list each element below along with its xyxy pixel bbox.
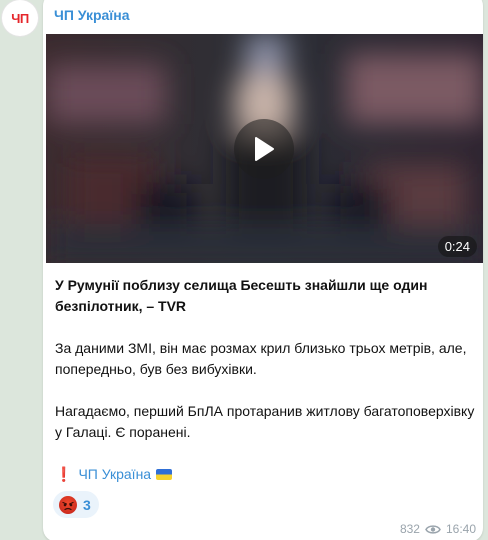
channel-avatar[interactable]: ЧП [2,0,38,36]
message-headline: У Румунії поблизу селища Бесешть знайшли… [55,277,428,314]
play-icon [255,137,274,161]
ukraine-flag-icon [156,469,173,480]
avatar-text: ЧП [11,10,29,26]
reaction-chip[interactable]: 3 [53,491,99,518]
channel-name[interactable]: ЧП Україна [54,7,130,23]
exclamation-icon: ❗ [55,466,73,482]
message-meta: 832 16:40 [400,522,476,536]
angry-face-icon [59,495,77,514]
reaction-count: 3 [83,496,91,513]
message-text: У Румунії поблизу селища Бесешть знайшли… [55,275,477,485]
message-time: 16:40 [445,522,476,536]
view-count: 832 [399,522,420,536]
eye-icon [425,524,441,534]
signature-link[interactable]: ЧП Україна [78,466,151,482]
message-paragraph-1: За даними ЗМІ, він має розмах крил близь… [55,340,467,377]
video-duration: 0:24 [437,236,477,257]
message-signature: ❗ ЧП Україна [55,464,477,485]
video-player[interactable]: 0:24 [46,34,483,263]
play-button[interactable] [234,119,294,179]
message-paragraph-2: Нагадаємо, перший БпЛА протаранив житлов… [55,403,475,440]
